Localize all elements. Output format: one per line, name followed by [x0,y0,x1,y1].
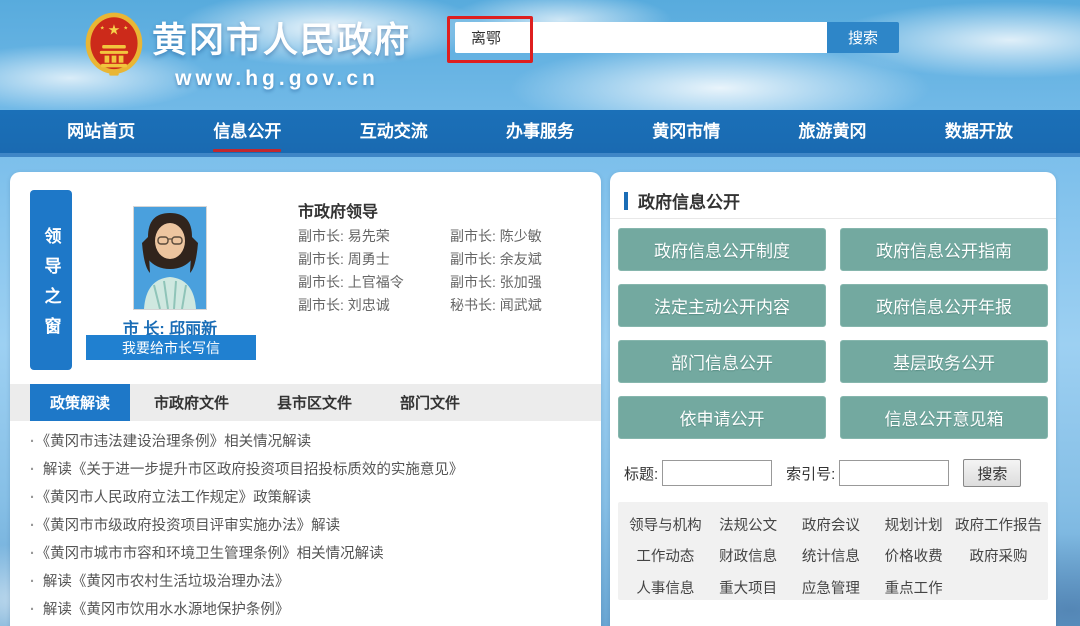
site-title: 黄冈市人民政府 [152,12,402,63]
nav-item-label: 办事服务 [506,122,574,141]
info-panel-title: 政府信息公开 [638,188,740,213]
title-label: 标题: [624,463,658,484]
header-search-input[interactable] [455,22,827,53]
index-number-input[interactable] [839,460,949,486]
policy-interpretation-list: 《黄冈市违法建设治理条例》相关情况解读 解读《关于进一步提升市区政府投资项目招投… [30,428,590,624]
mayor-photo [133,206,207,310]
tab-county-documents[interactable]: 县市区文件 [253,384,376,421]
tab-city-gov-documents[interactable]: 市政府文件 [130,384,253,421]
btn-disclosure-guide[interactable]: 政府信息公开指南 [840,228,1048,271]
list-item[interactable]: 解读《黄冈市饮用水水源地保护条例》 [30,596,590,624]
link-emergency-mgmt[interactable]: 应急管理 [790,577,873,598]
info-disclosure-panel: 政府信息公开 政府信息公开制度 政府信息公开指南 法定主动公开内容 政府信息公开… [610,172,1056,626]
leader-item[interactable]: 副市长: 陈少敏 [450,228,598,244]
leader-item[interactable]: 副市长: 上官福令 [298,274,450,290]
link-key-work[interactable]: 重点工作 [872,577,955,598]
leader-item[interactable]: 秘书长: 闻武斌 [450,297,598,313]
btn-disclosure-on-request[interactable]: 依申请公开 [618,396,826,439]
nav-item-info-disclosure[interactable]: 信息公开 [213,111,281,152]
site-header: ★ ★ ★ 黄冈市人民政府 www.hg.gov.cn 搜索 [0,0,1080,110]
header-search: 搜索 [455,22,899,53]
document-search-row: 标题: 索引号: 搜索 [624,459,1044,487]
link-procurement[interactable]: 政府采购 [955,545,1042,566]
index-number-label: 索引号: [786,463,835,484]
nav-item-open-data[interactable]: 数据开放 [945,111,1013,152]
leader-window-tab[interactable]: 领导之窗 [30,190,72,370]
leader-item[interactable]: 副市长: 刘忠诚 [298,297,450,313]
link-statistics[interactable]: 统计信息 [790,545,873,566]
link-gov-meetings[interactable]: 政府会议 [790,514,873,535]
leader-item[interactable]: 副市长: 周勇士 [298,251,450,267]
svg-text:★: ★ [100,26,105,32]
list-item[interactable]: 《黄冈市市级政府投资项目评审实施办法》解读 [30,512,590,540]
btn-annual-report[interactable]: 政府信息公开年报 [840,284,1048,327]
link-work-reports[interactable]: 政府工作报告 [955,514,1042,535]
header-accent-bar [624,192,628,210]
link-regulations[interactable]: 法规公文 [707,514,790,535]
document-tab-bar: 政策解读 市政府文件 县市区文件 部门文件 [10,384,601,421]
info-links-grid: 领导与机构 法规公文 政府会议 规划计划 政府工作报告 工作动态 财政信息 统计… [618,502,1048,600]
site-url: www.hg.gov.cn [152,67,402,91]
btn-grassroots-disclosure[interactable]: 基层政务公开 [840,340,1048,383]
list-item[interactable]: 《黄冈市违法建设治理条例》相关情况解读 [30,428,590,456]
btn-department-disclosure[interactable]: 部门信息公开 [618,340,826,383]
tab-department-documents[interactable]: 部门文件 [376,384,484,421]
national-emblem-icon: ★ ★ ★ [84,12,144,78]
gov-leaders-title: 市政府领导 [298,198,378,222]
leader-item[interactable]: 副市长: 余友斌 [450,251,598,267]
list-item[interactable]: 《黄冈市城市市容和环境卫生管理条例》相关情况解读 [30,540,590,568]
svg-text:★: ★ [108,21,121,37]
btn-disclosure-system[interactable]: 政府信息公开制度 [618,228,826,271]
btn-statutory-content[interactable]: 法定主动公开内容 [618,284,826,327]
gov-leaders-list: 副市长: 易先荣 副市长: 陈少敏 副市长: 周勇士 副市长: 余友斌 副市长:… [298,228,598,313]
info-button-grid: 政府信息公开制度 政府信息公开指南 法定主动公开内容 政府信息公开年报 部门信息… [618,228,1048,439]
link-leaders-orgs[interactable]: 领导与机构 [624,514,707,535]
leader-item[interactable]: 副市长: 易先荣 [298,228,450,244]
write-to-mayor-button[interactable]: 我要给市长写信 [86,335,256,360]
header-search-button[interactable]: 搜索 [827,22,899,53]
nav-item-home[interactable]: 网站首页 [67,111,135,152]
nav-item-label: 互动交流 [360,122,428,141]
nav-item-label: 黄冈市情 [652,122,720,141]
nav-item-interaction[interactable]: 互动交流 [360,111,428,152]
nav-item-label: 网站首页 [67,122,135,141]
list-item[interactable]: 解读《黄冈市农村生活垃圾治理办法》 [30,568,590,596]
list-item[interactable]: 解读《关于进一步提升市区政府投资项目招投标质效的实施意见》 [30,456,590,484]
link-major-projects[interactable]: 重大项目 [707,577,790,598]
nav-item-label: 信息公开 [213,122,281,141]
link-pricing-fees[interactable]: 价格收费 [872,545,955,566]
tab-policy-interpretation[interactable]: 政策解读 [30,384,130,421]
link-finance-info[interactable]: 财政信息 [707,545,790,566]
btn-suggestion-box[interactable]: 信息公开意见箱 [840,396,1048,439]
title-search-input[interactable] [662,460,772,486]
svg-text:★: ★ [123,26,128,32]
link-planning[interactable]: 规划计划 [872,514,955,535]
leader-panel: 领导之窗 市 长: 邱丽新 我要给市长写信 市政府领导 副市长: 易先荣 副市长… [10,172,601,626]
link-personnel[interactable]: 人事信息 [624,577,707,598]
document-search-button[interactable]: 搜索 [963,459,1021,487]
nav-item-label: 旅游黄冈 [799,122,867,141]
nav-item-services[interactable]: 办事服务 [506,111,574,152]
list-item[interactable]: 《黄冈市人民政府立法工作规定》政策解读 [30,484,590,512]
info-panel-header: 政府信息公开 [624,188,740,213]
site-title-block: 黄冈市人民政府 www.hg.gov.cn [152,12,402,91]
nav-item-tourism[interactable]: 旅游黄冈 [799,111,867,152]
nav-item-city-profile[interactable]: 黄冈市情 [652,111,720,152]
main-nav: 网站首页 信息公开 互动交流 办事服务 黄冈市情 旅游黄冈 数据开放 [0,110,1080,157]
divider [610,218,1056,219]
link-work-news[interactable]: 工作动态 [624,545,707,566]
leader-item[interactable]: 副市长: 张加强 [450,274,598,290]
nav-item-label: 数据开放 [945,122,1013,141]
